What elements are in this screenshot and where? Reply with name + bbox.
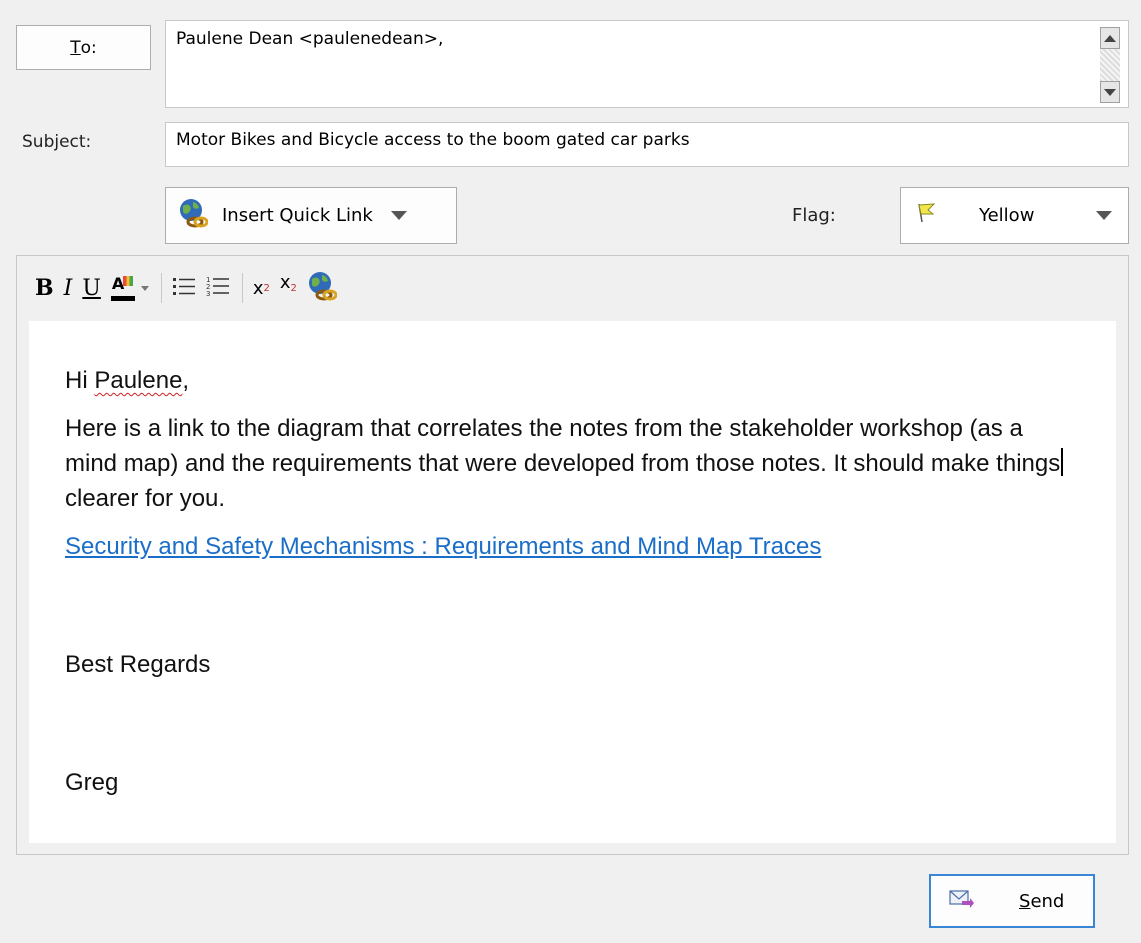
scroll-up-arrow-icon[interactable] bbox=[1100, 27, 1120, 49]
greeting-prefix: Hi bbox=[65, 367, 95, 394]
greeting-name: Paulene bbox=[94, 367, 183, 394]
message-body-editor[interactable]: Hi Paulene, Here is a link to the diagra… bbox=[29, 321, 1116, 843]
to-button[interactable]: To: bbox=[16, 25, 151, 70]
font-color-button[interactable]: A bbox=[110, 271, 149, 305]
chevron-down-icon bbox=[390, 211, 407, 220]
to-field[interactable]: Paulene Dean <paulenedean>, bbox=[165, 20, 1129, 108]
globe-link-icon bbox=[178, 197, 209, 234]
superscript-icon: x bbox=[252, 277, 264, 299]
subject-input[interactable]: Motor Bikes and Bicycle access to the bo… bbox=[165, 122, 1129, 167]
send-button-label: Send bbox=[1019, 891, 1064, 912]
to-field-scrollbar[interactable] bbox=[1100, 27, 1120, 103]
link-line: Security and Safety Mechanisms : Require… bbox=[65, 529, 1080, 564]
flag-label: Flag: bbox=[792, 205, 836, 226]
flag-icon bbox=[917, 202, 937, 229]
superscript-digit: 2 bbox=[263, 282, 270, 294]
italic-button[interactable]: I bbox=[64, 271, 73, 305]
to-button-label: o: bbox=[80, 37, 97, 58]
subscript-icon: x bbox=[279, 271, 291, 293]
insert-quick-link-label: Insert Quick Link bbox=[222, 205, 373, 226]
body-paragraph: Here is a link to the diagram that corre… bbox=[65, 411, 1080, 516]
regards-line: Best Regards bbox=[65, 651, 211, 678]
body-paragraph-end: clearer for you. bbox=[65, 485, 226, 512]
font-color-dropdown-icon[interactable] bbox=[140, 285, 149, 291]
toolbar-separator bbox=[160, 273, 162, 303]
format-toolbar: B I U A 1 2 3 x 2 x 2 bbox=[17, 256, 1128, 320]
svg-text:3: 3 bbox=[206, 290, 210, 298]
subscript-button[interactable]: x2 bbox=[280, 271, 297, 305]
scroll-track[interactable] bbox=[1100, 49, 1120, 81]
chevron-down-icon bbox=[1096, 211, 1112, 220]
to-field-value: Paulene Dean <paulenedean>, bbox=[176, 29, 444, 49]
bullet-list-icon bbox=[172, 275, 196, 301]
bullet-list-button[interactable] bbox=[172, 271, 196, 305]
subscript-digit: 2 bbox=[290, 282, 297, 294]
toolbar-separator bbox=[241, 273, 243, 303]
numbered-list-button[interactable]: 1 2 3 bbox=[206, 271, 230, 305]
flag-select[interactable]: Yellow bbox=[900, 187, 1129, 244]
font-color-icon: A bbox=[110, 274, 135, 302]
scroll-down-arrow-icon[interactable] bbox=[1100, 81, 1120, 103]
body-paragraph-start: Here is a link to the diagram that corre… bbox=[65, 415, 1061, 477]
to-button-accesskey: T bbox=[70, 37, 81, 58]
send-mail-icon bbox=[949, 888, 975, 915]
subject-label: Subject: bbox=[22, 132, 92, 152]
flag-select-value: Yellow bbox=[979, 205, 1035, 226]
underline-button[interactable]: U bbox=[82, 271, 101, 305]
greeting-line: Hi Paulene, bbox=[65, 363, 1080, 398]
send-label-rest: end bbox=[1030, 890, 1065, 912]
text-cursor bbox=[1061, 448, 1064, 476]
insert-quick-link-button[interactable]: Insert Quick Link bbox=[165, 187, 457, 244]
send-button[interactable]: Send bbox=[929, 874, 1095, 928]
greeting-suffix: , bbox=[182, 367, 190, 394]
insert-link-button[interactable] bbox=[307, 270, 338, 306]
diagram-link[interactable]: Security and Safety Mechanisms : Require… bbox=[65, 533, 821, 560]
signature-line: Greg bbox=[65, 769, 119, 796]
bold-button[interactable]: B bbox=[35, 271, 54, 305]
globe-link-icon bbox=[307, 270, 338, 306]
superscript-button[interactable]: x2 bbox=[253, 271, 270, 305]
message-editor-frame: B I U A 1 2 3 x 2 x 2 Hi Paulene, Here i… bbox=[16, 255, 1129, 855]
numbered-list-icon: 1 2 3 bbox=[206, 274, 230, 302]
send-accesskey: S bbox=[1019, 890, 1031, 912]
